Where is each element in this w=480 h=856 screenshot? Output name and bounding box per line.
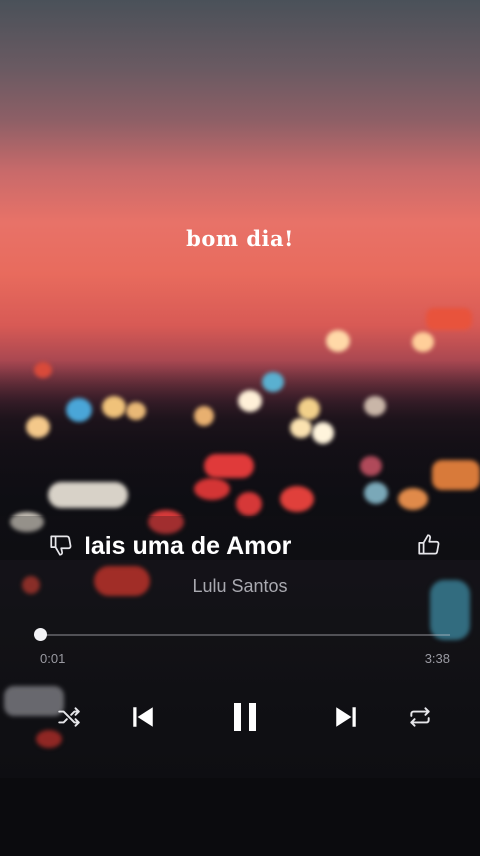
thumbs-up-icon [418, 534, 440, 555]
bokeh-light [398, 488, 428, 510]
bokeh-light [204, 454, 254, 478]
next-button[interactable] [330, 700, 362, 734]
like-button[interactable] [414, 530, 444, 560]
previous-button[interactable] [127, 700, 159, 734]
shuffle-button[interactable] [54, 702, 84, 732]
greeting-text: bom dia! [186, 226, 294, 251]
bokeh-light [26, 416, 50, 438]
bokeh-light [426, 308, 472, 330]
bokeh-light [34, 362, 52, 378]
repeat-icon [410, 707, 430, 727]
bokeh-light [48, 482, 128, 508]
pause-button[interactable] [226, 698, 264, 736]
song-title: Mais uma de Amor [86, 532, 292, 560]
bokeh-light [280, 486, 314, 512]
bokeh-light [326, 330, 350, 352]
bokeh-light [236, 492, 262, 516]
thumbs-down-icon [50, 535, 72, 556]
bokeh-light [262, 372, 284, 392]
pause-icon [234, 703, 256, 731]
bokeh-light [194, 406, 214, 426]
bokeh-light [194, 478, 230, 500]
elapsed-time: 0:01 [40, 651, 66, 666]
progress-thumb[interactable] [34, 628, 47, 641]
repeat-button[interactable] [404, 702, 436, 732]
bokeh-light [312, 422, 334, 444]
bokeh-light [238, 390, 262, 412]
bokeh-light [66, 398, 92, 422]
bokeh-light [360, 456, 382, 476]
total-duration: 3:38 [424, 651, 450, 666]
bokeh-light [290, 418, 312, 438]
bokeh-light [298, 398, 320, 420]
bokeh-light [102, 396, 126, 418]
shuffle-icon [58, 707, 80, 727]
playback-controls [0, 696, 480, 740]
player-screen: bom dia! Mais uma de Amor Lulu Santos 0:… [0, 0, 480, 856]
bottom-bar [0, 778, 480, 856]
bokeh-light [364, 482, 388, 504]
previous-icon [133, 707, 153, 727]
bokeh-light [364, 396, 386, 416]
bokeh-light [432, 460, 480, 490]
progress-track[interactable] [40, 634, 450, 636]
bokeh-light [126, 402, 146, 420]
next-icon [336, 707, 356, 727]
dislike-button[interactable] [46, 530, 76, 560]
bokeh-light [412, 332, 434, 352]
artist-name: Lulu Santos [192, 576, 288, 596]
title-row: Mais uma de Amor [0, 528, 480, 568]
